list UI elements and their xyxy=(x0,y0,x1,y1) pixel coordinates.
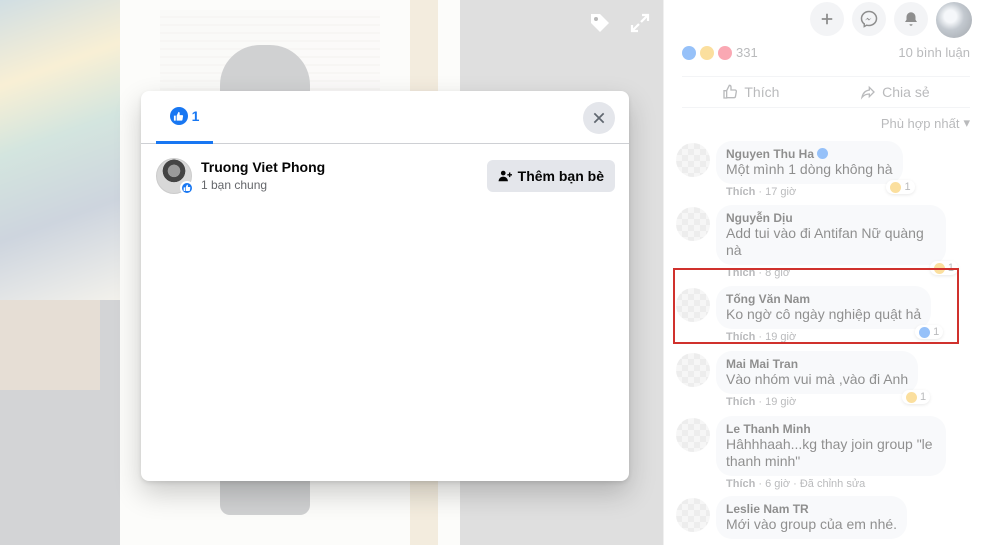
reactions-dialog: 1 Truong Viet Phong 1 bạn chung Thêm bạn… xyxy=(141,91,629,481)
post-actions: Thích Chia sẻ xyxy=(682,76,970,108)
comment-author[interactable]: Le Thanh Minh xyxy=(726,422,936,436)
comment-avatar[interactable] xyxy=(676,418,710,452)
create-button[interactable] xyxy=(810,2,844,36)
like-reaction-icon xyxy=(682,45,696,60)
comment-time[interactable]: 17 giờ xyxy=(765,186,796,198)
like-label: Thích xyxy=(744,84,780,100)
comment-like-button[interactable]: Thích xyxy=(726,186,755,198)
comment-reaction-number: 1 xyxy=(919,391,927,403)
comment-author[interactable]: Nguyễn Dịu xyxy=(726,211,936,225)
comment-meta: Thích · 19 giờ xyxy=(726,396,797,408)
comment-avatar[interactable] xyxy=(676,207,710,241)
account-avatar[interactable] xyxy=(936,2,972,38)
haha-reaction-icon xyxy=(890,181,902,193)
comment-author[interactable]: Mai Mai Tran xyxy=(726,357,908,371)
haha-reaction-icon xyxy=(905,391,917,403)
comment-meta: Thích · 17 giờ xyxy=(726,186,797,198)
like-button[interactable]: Thích xyxy=(722,84,779,100)
add-friend-label: Thêm bạn bè xyxy=(517,168,604,184)
comment-reaction-count[interactable]: 1 xyxy=(886,180,915,194)
like-icon xyxy=(169,107,188,125)
comment-text: Hâhhhaah...kg thay join group "le thanh … xyxy=(726,436,933,469)
tag-icon[interactable] xyxy=(587,10,613,36)
comment-text: Vào nhóm vui mà ,vào đi Anh xyxy=(726,371,909,387)
comment-avatar[interactable] xyxy=(676,353,710,387)
comment-bubble: Le Thanh Minh Hâhhhaah...kg thay join gr… xyxy=(716,416,946,476)
add-friend-icon xyxy=(498,170,512,182)
tab-like-count: 1 xyxy=(191,108,200,124)
share-button[interactable]: Chia sẻ xyxy=(860,84,930,100)
comment-avatar[interactable] xyxy=(676,498,710,532)
comment-sort-dropdown[interactable]: Phù hợp nhất ▾ xyxy=(881,115,970,131)
comment-bubble: Nguyễn Dịu Add tui vào đi Antifan Nữ quà… xyxy=(716,205,958,275)
comment-text: Add tui vào đi Antifan Nữ quàng nà xyxy=(726,225,924,258)
share-icon xyxy=(860,85,876,100)
header-actions xyxy=(810,2,972,38)
reactor-row: Truong Viet Phong 1 bạn chung Thêm bạn b… xyxy=(156,158,615,198)
love-reaction-icon xyxy=(718,45,732,60)
comment-avatar[interactable] xyxy=(676,143,710,177)
highlight-box xyxy=(673,268,959,344)
reactor-mutual-friends[interactable]: 1 bạn chung xyxy=(201,178,267,192)
comment-meta: Thích · 6 giờ · Đã chỉnh sửa xyxy=(726,478,866,490)
add-friend-button[interactable]: Thêm bạn bè xyxy=(486,160,615,192)
like-badge-icon xyxy=(180,181,194,195)
thumbs-up-icon xyxy=(723,84,738,99)
comment-like-button[interactable]: Thích xyxy=(726,396,755,408)
messenger-icon xyxy=(860,10,878,28)
reaction-count[interactable]: 331 xyxy=(736,45,758,60)
dialog-header: 1 xyxy=(141,91,629,144)
comment-item: Le Thanh Minh Hâhhhaah...kg thay join gr… xyxy=(676,416,966,490)
comment-bubble: Leslie Nam TR Mới vào group của em nhé. xyxy=(716,496,908,539)
tab-like[interactable]: 1 xyxy=(156,91,213,144)
comment-reaction-count[interactable]: 1 xyxy=(901,390,931,404)
comment-author[interactable]: Nguyen Thu Ha xyxy=(726,147,814,161)
comment-item: Nguyen Thu Ha Một mình 1 dòng không hà 1… xyxy=(676,141,966,198)
close-icon xyxy=(593,112,605,124)
reaction-summary: 331 10 bình luận xyxy=(682,45,970,60)
comment-like-button[interactable]: Thích xyxy=(726,478,755,490)
close-button[interactable] xyxy=(583,102,615,134)
comment-time[interactable]: 6 giờ · Đã chỉnh sửa xyxy=(765,478,865,490)
haha-reaction-icon xyxy=(700,45,714,60)
comment-item: Mai Mai Tran Vào nhóm vui mà ,vào đi Anh… xyxy=(676,351,966,408)
share-label: Chia sẻ xyxy=(882,84,930,100)
caret-down-icon: ▾ xyxy=(963,115,970,130)
messenger-button[interactable] xyxy=(852,2,886,36)
fullscreen-icon[interactable] xyxy=(627,10,653,36)
comment-author[interactable]: Leslie Nam TR xyxy=(726,502,897,516)
bell-icon xyxy=(905,12,917,26)
comment-count[interactable]: 10 bình luận xyxy=(898,45,970,60)
comment-text: Một mình 1 dòng không hà xyxy=(726,161,893,177)
sort-label: Phù hợp nhất xyxy=(880,115,960,131)
comment-text: Mới vào group của em nhé. xyxy=(726,516,898,532)
comment-bubble: Mai Mai Tran Vào nhóm vui mà ,vào đi Anh… xyxy=(716,351,931,404)
verified-badge-icon xyxy=(817,148,829,159)
comment-bubble: Nguyen Thu Ha Một mình 1 dòng không hà 1 xyxy=(716,141,915,194)
comment-reaction-number: 1 xyxy=(904,181,911,193)
notifications-button[interactable] xyxy=(894,2,928,36)
comment-time[interactable]: 19 giờ xyxy=(765,396,796,408)
comment-item: Leslie Nam TR Mới vào group của em nhé. xyxy=(676,496,966,539)
reactor-name[interactable]: Truong Viet Phong xyxy=(201,159,325,175)
plus-icon xyxy=(821,13,833,25)
